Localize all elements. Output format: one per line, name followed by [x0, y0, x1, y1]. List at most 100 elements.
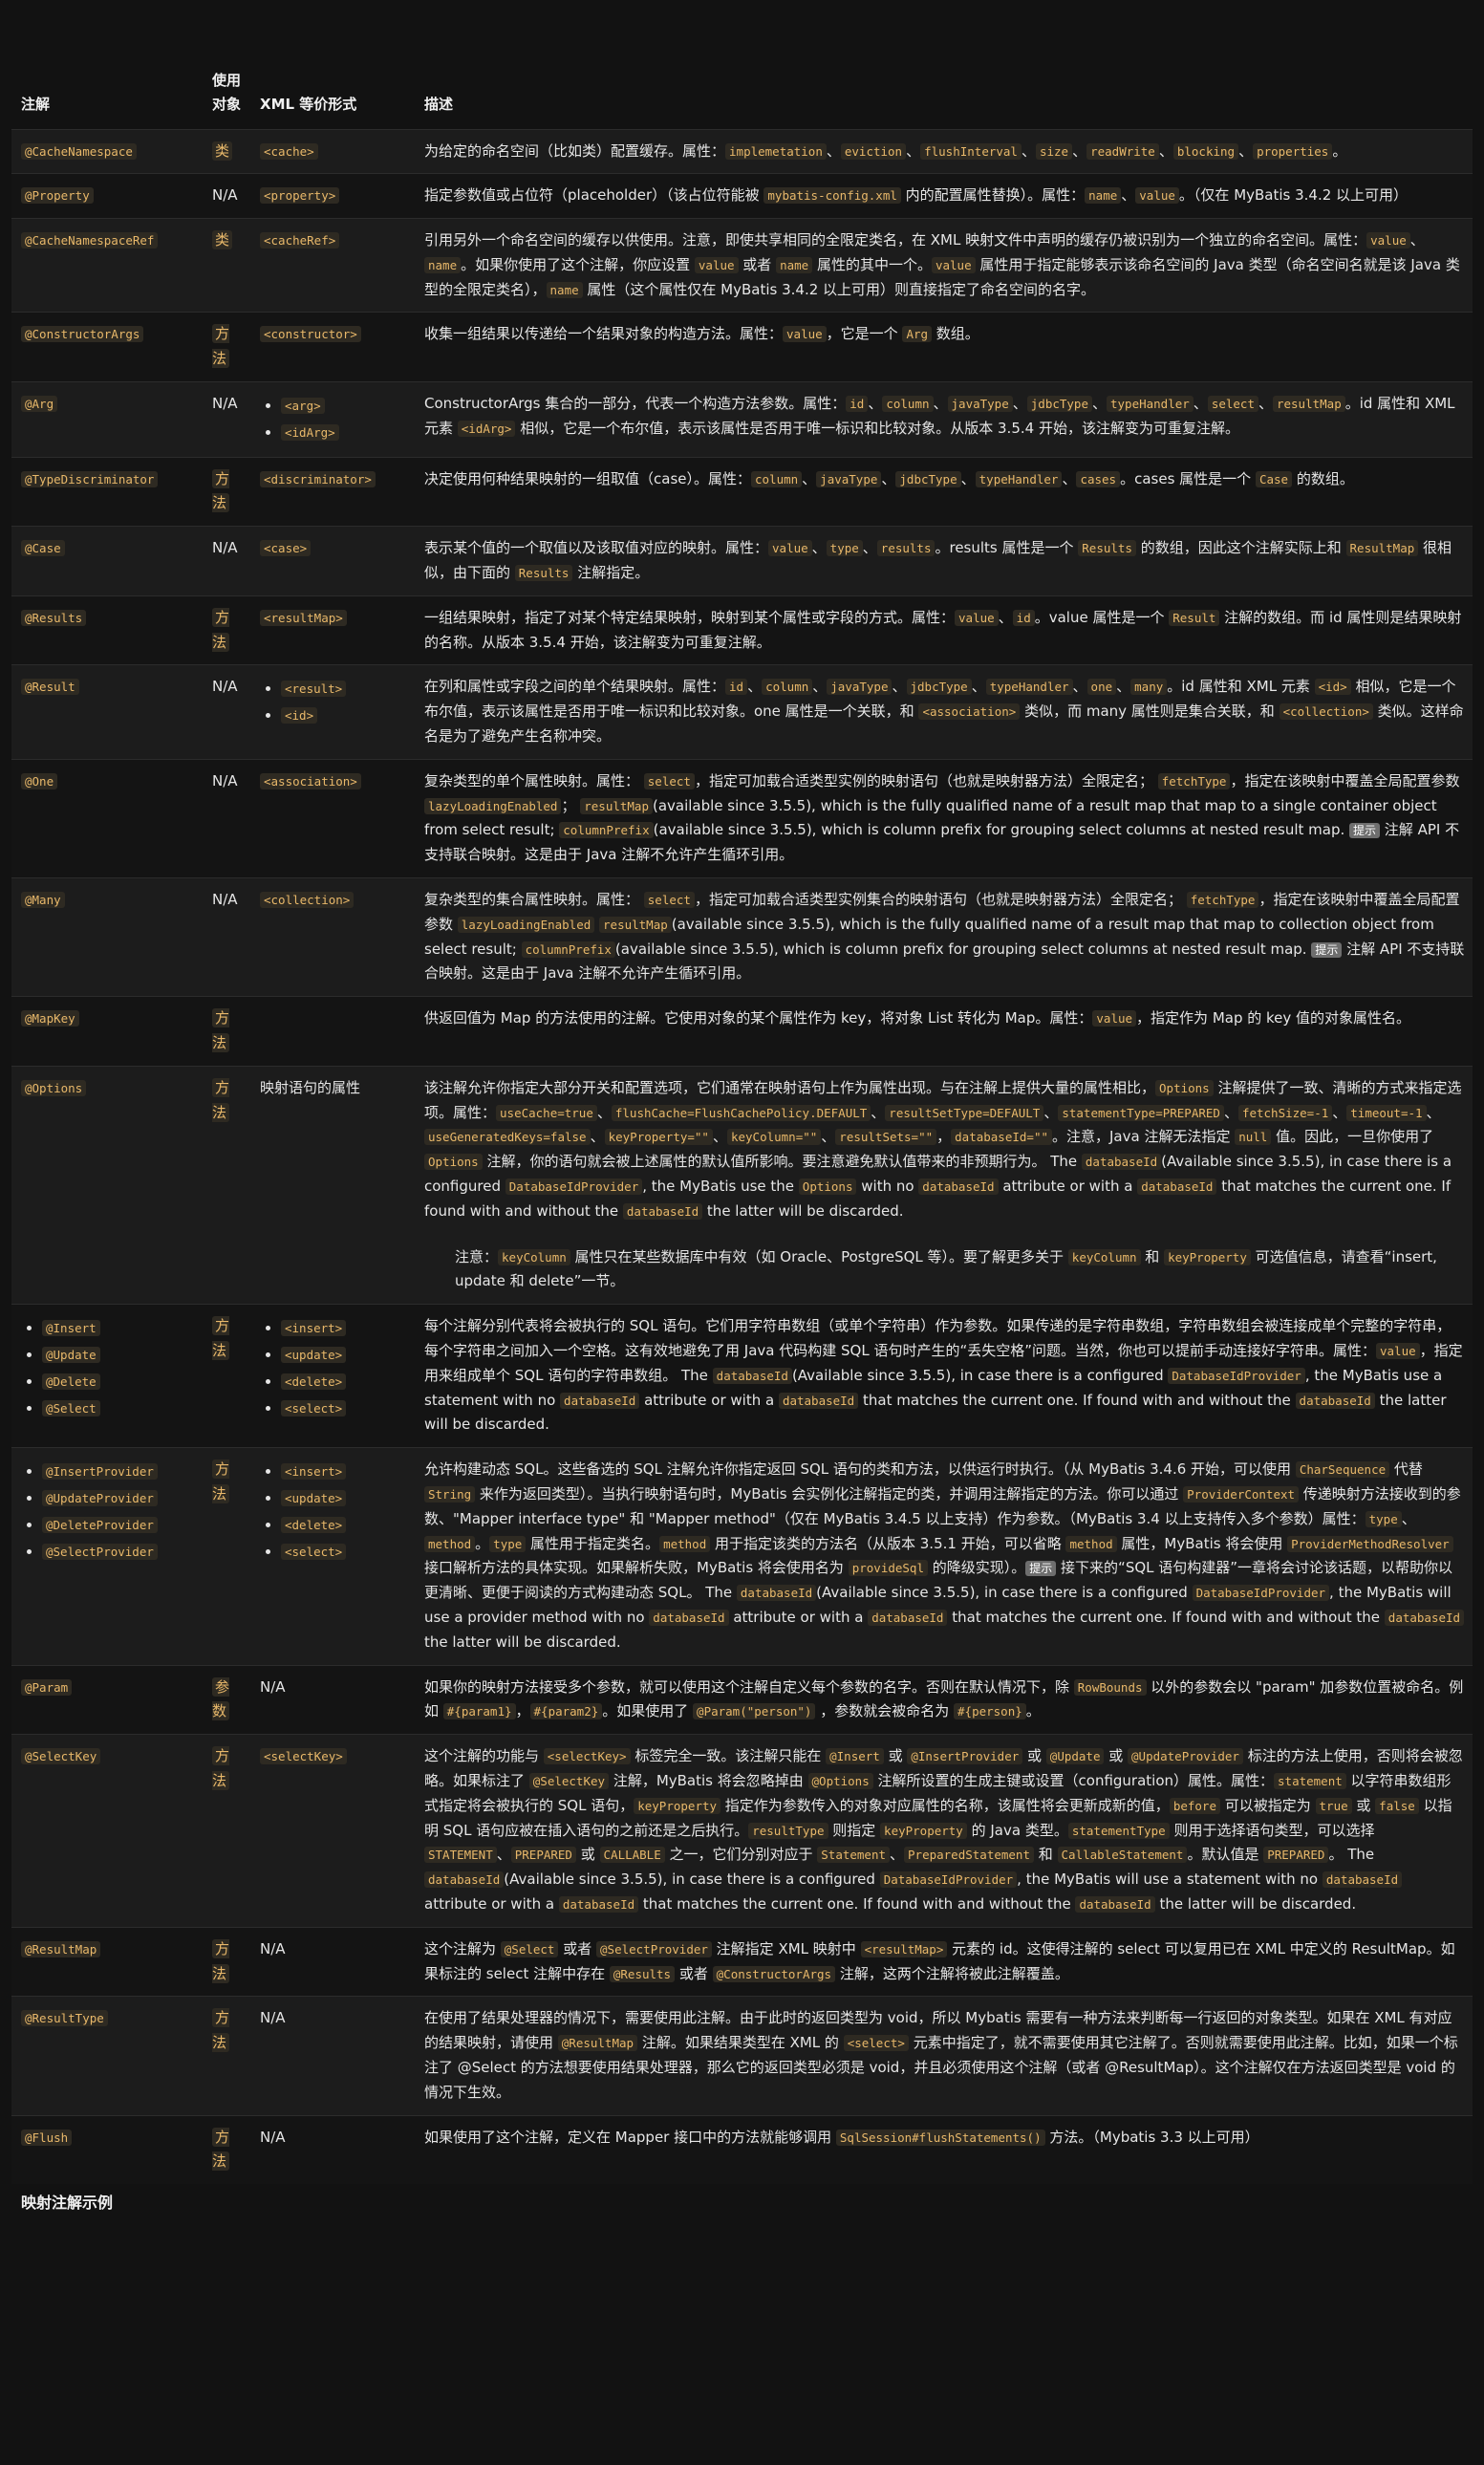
- xml-cell: 映射语句的属性: [250, 1065, 415, 1305]
- inline-code: <id>: [1314, 679, 1351, 696]
- inline-code: false: [1375, 1797, 1419, 1814]
- desc-text: ConstructorArgs 集合的一部分，代表一个构造方法参数。属性：: [424, 395, 847, 413]
- inline-code: databaseId: [1075, 1895, 1155, 1913]
- description-cell: 一组结果映射，指定了对某个特定结果映射，映射到某个属性或字段的方式。属性： val…: [415, 595, 1473, 665]
- annotation-cell: @SelectKey: [11, 1734, 203, 1928]
- xml-cell: [250, 996, 415, 1067]
- inline-code: @ConstructorArgs: [712, 1965, 836, 1982]
- target-cell: 方法: [203, 312, 250, 382]
- xml-element: N/A: [260, 1939, 286, 1957]
- inline-code: javaType: [816, 470, 882, 487]
- table-row: @ResultN/A<result><id>在列和属性或字段之间的单个结果映射。…: [11, 664, 1473, 760]
- description-cell: 复杂类型的集合属性映射。属性： select ，指定可加载合适类型实例集合的映射语…: [415, 877, 1473, 997]
- target-cell: 方法: [203, 595, 250, 665]
- annotation-cell: @Flush: [11, 2114, 203, 2185]
- inline-code: fetchType: [1157, 772, 1231, 789]
- inline-code: PREPARED: [1263, 1847, 1329, 1864]
- desc-text: 、: [811, 539, 827, 557]
- desc-text: 、: [890, 1846, 905, 1864]
- inline-code: name: [1085, 187, 1122, 205]
- inline-code: timeout=-1: [1346, 1104, 1427, 1121]
- table-row: @Options 方法 映射语句的属性 该注解允许你指定大部分开关和配置选项，它们通常…: [11, 1065, 1473, 1305]
- desc-text: 或: [1351, 1796, 1376, 1814]
- inline-code: useCache=true: [496, 1104, 597, 1121]
- table-row: @Many N/A <collection> 复杂类型的集合属性映射。属性： sele…: [11, 877, 1473, 997]
- inline-code: type: [1365, 1510, 1402, 1527]
- target-value: 方法: [212, 2127, 230, 2172]
- inline-code: value: [1376, 1342, 1420, 1359]
- desc-text: 注解所设置的生成主键或设置（configuration）属性。属性：: [872, 1771, 1275, 1789]
- desc-text: 、: [747, 678, 763, 696]
- xml-list-item: <delete>: [281, 1370, 407, 1395]
- inline-code: databaseId: [778, 1392, 859, 1409]
- target-cell: 方法: [203, 1734, 250, 1928]
- desc-text: 属性用于指定类名。: [526, 1534, 660, 1552]
- inline-code: column: [762, 679, 813, 696]
- description-text: 这个注解的功能与 <selectKey> 标签完全一致。该注解只能在 @Inse…: [424, 1744, 1465, 1917]
- inline-code: databaseId: [560, 1392, 640, 1409]
- annotation-name: @Update: [42, 1346, 100, 1363]
- desc-text: 、: [802, 469, 817, 487]
- desc-text: 方法。（Mybatis 3.3 以上可用）: [1044, 2128, 1259, 2146]
- target-value: 方法: [212, 607, 230, 652]
- inline-code: provideSql: [848, 1560, 928, 1577]
- desc-text: 。如果使用了: [602, 1702, 694, 1720]
- inline-code: value: [931, 256, 976, 273]
- desc-text: 表示某个值的一个取值以及该取值对应的映射。属性：: [424, 539, 769, 557]
- target-cell: 类: [203, 128, 250, 174]
- inline-code: Options: [1155, 1079, 1214, 1096]
- target-value: N/A: [212, 395, 238, 413]
- annotation-cell: @CacheNamespaceRef: [11, 218, 203, 313]
- target-value: N/A: [212, 891, 238, 909]
- desc-text: 、: [1012, 395, 1027, 413]
- annotation-name: @Flush: [21, 2129, 73, 2146]
- description-cell: 允许构建动态 SQL。这些备选的 SQL 注解允许你指定返回 SQL 语句的类和…: [415, 1447, 1473, 1666]
- table-row: @ConstructorArgs 方法 <constructor> 收集一组结果以传递…: [11, 312, 1473, 382]
- inline-code: String: [424, 1485, 476, 1503]
- desc-text: 属性的其中一个。: [812, 255, 932, 273]
- annotation-name: @CacheNamespace: [21, 142, 137, 160]
- inline-code: value: [694, 256, 739, 273]
- desc-text: 或者: [738, 255, 777, 273]
- table-row: @Param 参数 N/A 如果你的映射方法接受多个参数，就可以使用这个注解自定义每个…: [11, 1664, 1473, 1735]
- inline-code: statementType: [1067, 1822, 1170, 1839]
- desc-text: 属性，MyBatis 将会使用: [1116, 1534, 1288, 1552]
- inline-code: resultSets="": [835, 1129, 937, 1146]
- inline-code: #{person}: [954, 1703, 1026, 1720]
- inline-code: ResultMap: [1345, 540, 1419, 557]
- desc-text: ，: [936, 1128, 952, 1146]
- desc-text: 、: [1072, 141, 1087, 160]
- description-cell: 指定参数值或占位符（placeholder）（该占位符能被 mybatis-co…: [415, 173, 1473, 219]
- xml-cell: <resultMap>: [250, 595, 415, 665]
- xml-element: <idArg>: [281, 423, 339, 441]
- desc-text: ，指定可加载合适类型实例的映射语句（也就是映射器方法）全限定名；: [694, 771, 1158, 789]
- desc-text: , the MyBatis use the: [642, 1178, 799, 1195]
- desc-text: 的降级实现）。: [927, 1559, 1026, 1577]
- desc-text: (Available since 3.5.5), in case there i…: [816, 1584, 1193, 1602]
- inline-code: SqlSession#flushStatements(): [835, 2129, 1045, 2146]
- xml-cell: N/A: [250, 1926, 415, 1997]
- description-cell: 复杂类型的单个属性映射。属性： select ，指定可加载合适类型实例的映射语句（…: [415, 758, 1473, 878]
- inline-code: databaseId="": [951, 1129, 1052, 1146]
- desc-text: 指定作为参数传入的对象对应属性的名称，该属性将会更新成新的值，: [720, 1796, 1170, 1814]
- desc-text: 和: [1033, 1846, 1058, 1864]
- desc-text: 在列和属性或字段之间的单个结果映射。属性：: [424, 678, 726, 696]
- description-text: 收集一组结果以传递给一个结果对象的构造方法。属性： value ，它是一个 Arg …: [424, 322, 1465, 347]
- description-cell: 如果使用了这个注解，定义在 Mapper 接口中的方法就能够调用 SqlSess…: [415, 2114, 1473, 2185]
- inline-code: databaseId: [1384, 1609, 1465, 1626]
- target-value: 方法: [212, 1316, 230, 1360]
- target-cell: 方法: [203, 1926, 250, 1997]
- annotation-name: @UpdateProvider: [42, 1489, 158, 1506]
- desc-text: ，它是一个: [826, 325, 903, 343]
- xml-element: N/A: [260, 1677, 286, 1696]
- header-description: 描述: [424, 96, 454, 113]
- inline-code: typeHandler: [1107, 396, 1194, 413]
- inline-code: lazyLoadingEnabled: [424, 797, 562, 814]
- inline-code: @SelectProvider: [596, 1940, 712, 1957]
- table-row: @Property N/A <property> 指定参数值或占位符（placehol…: [11, 173, 1473, 219]
- target-value: 方法: [212, 1746, 230, 1790]
- desc-text: ，参数就会被命名为: [815, 1702, 955, 1720]
- desc-text: 、: [1021, 141, 1036, 160]
- desc-text: 接口解析方法的具体实现。如果解析失败，MyBatis 将会使用名为: [424, 1559, 849, 1577]
- xml-cell: <discriminator>: [250, 456, 415, 527]
